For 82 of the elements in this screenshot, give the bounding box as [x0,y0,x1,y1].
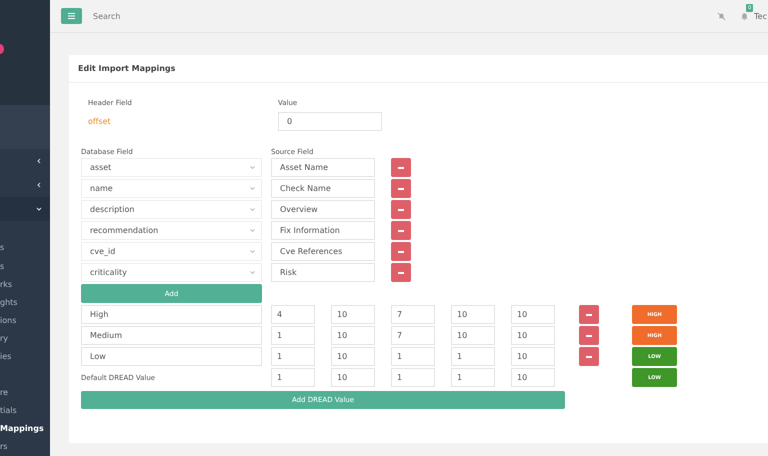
dread-value-input[interactable]: 10 [511,326,555,345]
sidebar-item[interactable]: re [0,384,50,402]
source-field-input[interactable]: Risk [271,263,375,282]
dread-value-input[interactable]: 1 [271,326,315,345]
search-field[interactable]: Search [91,10,215,22]
menu-button[interactable] [61,8,82,24]
remove-button[interactable] [391,158,411,177]
chevron-down-icon [250,250,255,253]
sidebar-item[interactable]: Mappings [0,420,50,438]
card-title: Edit Import Mappings [78,64,176,73]
chevron-down-icon [250,229,255,232]
source-field-input[interactable]: Overview [271,200,375,219]
dread-value-input[interactable]: 10 [511,347,555,366]
dread-value-input[interactable]: 10 [331,347,375,366]
dread-value-input[interactable]: 10 [331,326,375,345]
chevron-icon [36,182,42,188]
database-field-select[interactable]: recommendation [81,221,262,240]
database-field-select[interactable]: criticality [81,263,262,282]
database-field-select[interactable]: cve_id [81,242,262,261]
source-field-input[interactable]: Check Name [271,179,375,198]
remove-button[interactable] [391,200,411,219]
remove-button[interactable] [391,263,411,282]
dread-value-input[interactable]: 10 [331,305,375,324]
remove-button[interactable] [391,242,411,261]
dread-value-input[interactable]: 4 [271,305,315,324]
dread-value-input[interactable]: 1 [451,347,495,366]
sidebar-item[interactable]: tials [0,402,50,420]
chevron-down-icon [250,166,255,169]
dread-value-input[interactable]: 10 [451,305,495,324]
user-name[interactable]: Tec [754,12,767,20]
menu-icon [68,13,75,19]
dread-name-input[interactable]: Low [81,347,262,366]
dread-value-input[interactable]: 10 [451,326,495,345]
sidebar-item[interactable]: s [0,257,50,276]
bell-icon[interactable] [740,11,750,21]
dread-value-input[interactable]: 10 [511,368,555,387]
sidebar-item[interactable]: ions [0,311,50,330]
sidebar-item[interactable]: ry [0,329,50,348]
remove-button[interactable] [391,221,411,240]
source-field-input[interactable]: Asset Name [271,158,375,177]
minus-icon [398,208,404,210]
minus-icon [586,356,592,358]
header-field-name: offset [88,117,112,126]
dread-value-input[interactable]: 7 [391,305,435,324]
dread-value-input[interactable]: 10 [511,305,555,324]
sidebar-item[interactable]: rks [0,275,50,294]
dread-name-input[interactable]: Medium [81,326,262,345]
chevron-down-icon [250,208,255,211]
chevron-icon [36,206,42,212]
source-field-input[interactable]: Fix Information [271,221,375,240]
dread-name-input[interactable]: High [81,305,262,324]
database-field-select[interactable]: asset [81,158,262,177]
dread-value-input[interactable]: 7 [391,326,435,345]
minus-icon [586,314,592,316]
dread-value-input[interactable]: 1 [271,347,315,366]
dread-value-input[interactable]: 1 [451,368,495,387]
sidebar-item[interactable]: rs [0,438,50,456]
minus-icon [586,334,592,336]
minus-icon [398,272,404,274]
chevron-down-icon [250,187,255,190]
dread-value-input[interactable]: 1 [391,368,435,387]
remove-button[interactable] [579,326,599,345]
minus-icon [398,166,404,168]
source-field-input[interactable]: Cve References [271,242,375,261]
database-field-select[interactable]: name [81,179,262,198]
dread-value-input[interactable]: 1 [391,347,435,366]
chevron-icon [36,158,42,164]
minus-icon [398,230,404,232]
dread-value-input[interactable]: 1 [271,368,315,387]
dread-value-input[interactable]: 10 [331,368,375,387]
minus-icon [398,188,404,190]
database-field-select[interactable]: description [81,200,262,219]
remove-button[interactable] [579,305,599,324]
sidebar-item[interactable]: s [0,238,50,258]
sidebar-item[interactable]: ghts [0,293,50,312]
chevron-down-icon [250,271,255,274]
minus-icon [398,250,404,252]
sidebar-item[interactable]: ies [0,348,50,366]
remove-button[interactable] [579,347,599,366]
value-field[interactable]: 0 [278,112,382,131]
remove-button[interactable] [391,179,411,198]
bell-slash-icon[interactable] [717,12,726,20]
